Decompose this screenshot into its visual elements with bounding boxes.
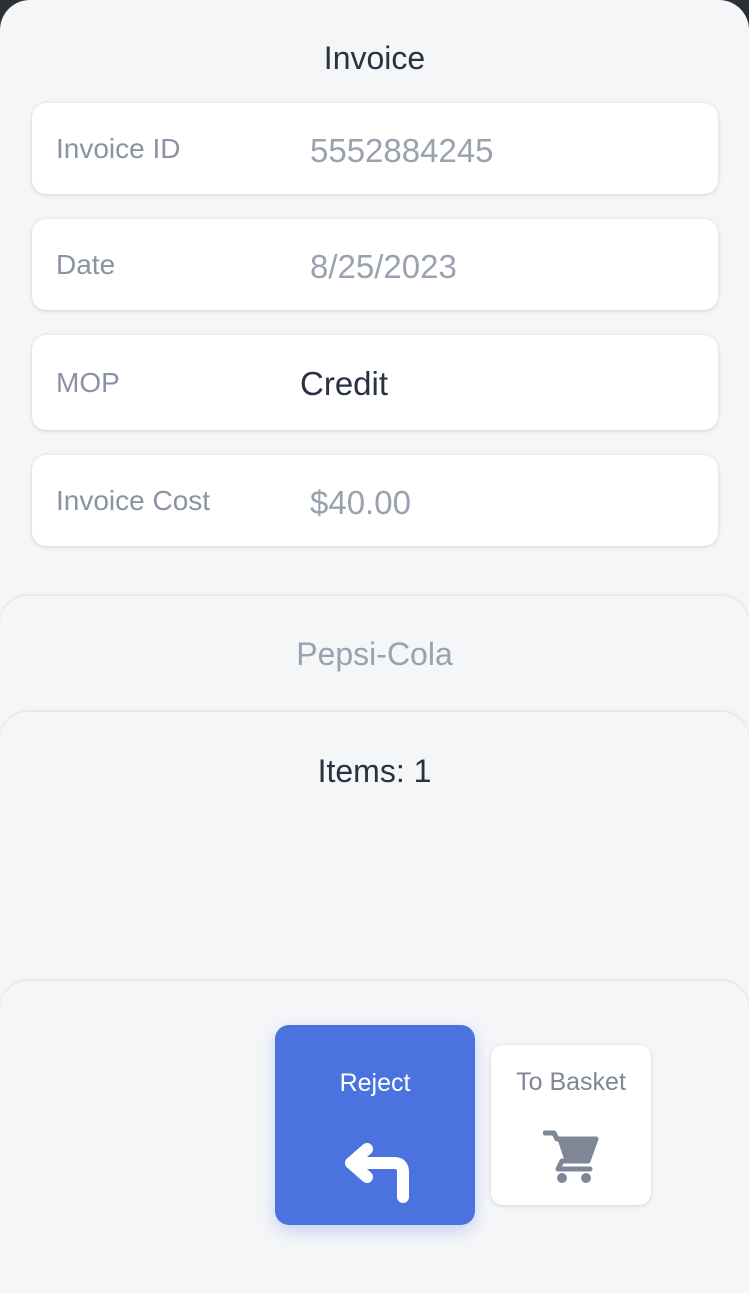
to-basket-button[interactable]: To Basket: [491, 1045, 651, 1205]
date-field[interactable]: Date 8/25/2023: [32, 219, 718, 310]
items-count: Items: 1: [317, 753, 432, 789]
invoice-id-label: Invoice ID: [56, 133, 181, 164]
vendor-name: Pepsi-Cola: [296, 636, 453, 672]
return-arrow-icon: [345, 1143, 409, 1203]
reject-button[interactable]: Reject: [275, 1025, 475, 1225]
mop-value: Credit: [300, 365, 389, 402]
invoice-sheet: Invoice Invoice ID 5552884245 Date 8/25/…: [0, 0, 749, 1293]
mop-field[interactable]: MOP Credit: [32, 335, 718, 430]
mop-label: MOP: [56, 367, 120, 398]
to-basket-label: To Basket: [516, 1068, 626, 1096]
cart-icon: [543, 1130, 599, 1183]
date-label: Date: [56, 249, 116, 280]
page-title: Invoice: [323, 40, 426, 76]
invoice-cost-label: Invoice Cost: [56, 485, 211, 516]
invoice-cost-value: $40.00: [310, 484, 411, 521]
date-value: 8/25/2023: [310, 248, 457, 285]
invoice-id-field[interactable]: Invoice ID 5552884245: [32, 103, 718, 194]
invoice-cost-field[interactable]: Invoice Cost $40.00: [32, 455, 718, 546]
reject-label: Reject: [339, 1069, 411, 1097]
invoice-id-value: 5552884245: [310, 132, 494, 169]
